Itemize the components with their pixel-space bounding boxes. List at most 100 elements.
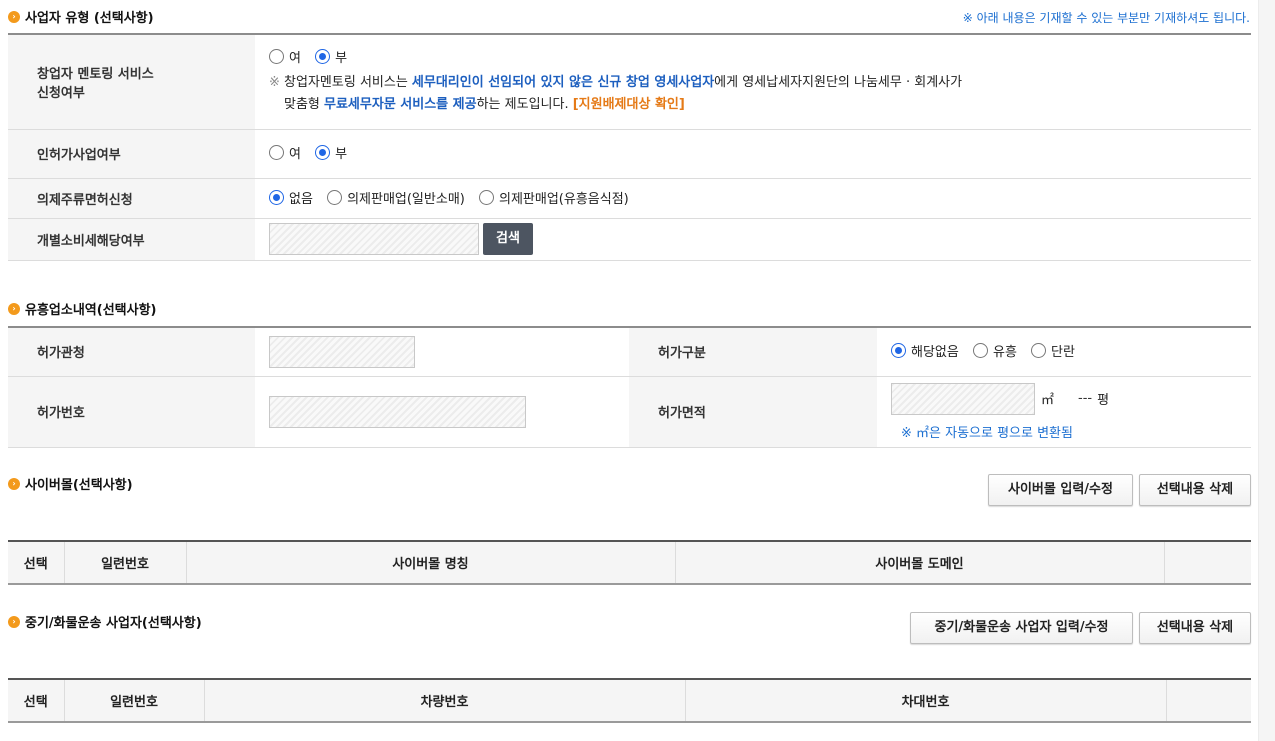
permit-area-input[interactable] xyxy=(891,382,1035,415)
note-text: 창업자멘토링 서비스는 xyxy=(284,75,412,91)
permit-number-value xyxy=(255,376,629,448)
section-title-cybermall: › 사이버몰(선택사항) xyxy=(8,474,133,493)
chevron-right-icon: › xyxy=(8,477,20,490)
radio-icon[interactable] xyxy=(479,189,494,205)
table-header-row: 선택 일련번호 차량번호 차대번호 xyxy=(8,678,1251,723)
license-label: 인허가사업여부 xyxy=(8,129,255,179)
mentoring-label: 창업자 멘토링 서비스 신청여부 xyxy=(8,33,255,130)
page-scrollbar[interactable] xyxy=(1258,0,1275,741)
permit-number-label: 허가번호 xyxy=(8,376,255,448)
excise-search-button[interactable]: 검색 xyxy=(483,223,533,255)
license-radio-no[interactable]: 부 xyxy=(315,143,347,162)
radio-label: 의제판매업(일반소매) xyxy=(347,191,465,207)
license-value: 여 부 xyxy=(255,129,1251,179)
permit-type-label: 허가구분 xyxy=(629,326,877,377)
cybermall-edit-button[interactable]: 사이버몰 입력/수정 xyxy=(988,474,1133,506)
note-text: 에게 영세납세자지원단의 나눔세무 · 회계사가 xyxy=(714,75,963,91)
radio-checked-icon[interactable] xyxy=(891,343,906,359)
freight-delete-button[interactable]: 선택내용 삭제 xyxy=(1139,612,1251,644)
mentoring-radio-no[interactable]: 부 xyxy=(315,47,347,66)
section-title-business-type: › 사업자 유형 (선택사항) xyxy=(8,7,154,26)
radio-label: 여 xyxy=(289,51,301,67)
mentoring-label-line1: 창업자 멘토링 서비스 xyxy=(37,66,154,82)
section-title-freight: › 중기/화물운송 사업자(선택사항) xyxy=(8,612,202,631)
col-chassis-number: 차대번호 xyxy=(685,678,1167,723)
col-vehicle-number: 차량번호 xyxy=(204,678,686,723)
radio-label: 해당없음 xyxy=(911,345,959,361)
radio-label: 부 xyxy=(335,147,348,162)
section-title-text: 사이버몰(선택사항) xyxy=(25,478,133,493)
liquor-value: 없음 의제판매업(일반소매) 의제판매업(유흥음식점) xyxy=(255,178,1251,219)
section-title-text: 중기/화물운송 사업자(선택사항) xyxy=(25,616,202,631)
table-header-row: 선택 일련번호 사이버몰 명칭 사이버몰 도메인 xyxy=(8,540,1251,585)
radio-icon[interactable] xyxy=(269,49,284,65)
col-mall-domain: 사이버몰 도메인 xyxy=(675,540,1165,585)
radio-icon[interactable] xyxy=(972,343,988,359)
liquor-radio-none[interactable]: 없음 xyxy=(269,188,313,207)
permit-area-value: ㎡ --- 평 ※ ㎡은 자동으로 평으로 변환됨 xyxy=(877,376,1251,448)
col-mall-name: 사이버몰 명칭 xyxy=(186,540,676,585)
radio-icon[interactable] xyxy=(1031,343,1047,359)
business-type-form: 창업자 멘토링 서비스 신청여부 여 부 ※ 창업자멘토링 서비스는 세무대리인… xyxy=(8,33,1251,261)
permit-type-radio-entertainment[interactable]: 유흥 xyxy=(972,341,1017,361)
radio-label: 부 xyxy=(335,51,348,67)
excise-label: 개별소비세해당여부 xyxy=(8,218,255,261)
note-highlight: 무료세무자문 서비스를 제공 xyxy=(324,97,477,113)
col-serial: 일련번호 xyxy=(64,540,187,585)
col-select: 선택 xyxy=(8,678,65,723)
excise-input[interactable] xyxy=(269,223,479,255)
section-title-text: 사업자 유형 (선택사항) xyxy=(25,11,154,26)
freight-edit-button[interactable]: 중기/화물운송 사업자 입력/수정 xyxy=(910,612,1133,644)
cybermall-table: 선택 일련번호 사이버몰 명칭 사이버몰 도메인 xyxy=(8,540,1251,585)
col-select: 선택 xyxy=(8,540,65,585)
note-text: 맞춤형 xyxy=(284,97,325,113)
chevron-right-icon: › xyxy=(8,302,20,315)
col-serial: 일련번호 xyxy=(64,678,205,723)
col-empty xyxy=(1166,678,1251,723)
radio-checked-icon[interactable] xyxy=(315,49,331,65)
section-title-entertainment: › 유흥업소내역(선택사항) xyxy=(8,299,156,318)
liquor-radio-retail[interactable]: 의제판매업(일반소매) xyxy=(327,188,465,207)
mentoring-note: ※ 창업자멘토링 서비스는 세무대리인이 선임되어 있지 않은 신규 창업 영세… xyxy=(269,72,1251,116)
note-mark: ※ xyxy=(269,75,280,91)
radio-label: 단란 xyxy=(1051,345,1075,361)
liquor-radio-entertainment[interactable]: 의제판매업(유흥음식점) xyxy=(479,188,629,207)
radio-label: 유흥 xyxy=(992,345,1017,361)
permit-type-radio-karaoke[interactable]: 단란 xyxy=(1031,341,1075,360)
authority-label: 허가관청 xyxy=(8,326,255,377)
authority-input[interactable] xyxy=(269,335,415,368)
authority-value xyxy=(255,326,629,377)
cybermall-delete-button[interactable]: 선택내용 삭제 xyxy=(1139,474,1251,506)
note-highlight: 세무대리인이 선임되어 있지 않은 신규 창업 영세사업자 xyxy=(411,75,715,91)
permit-number-input[interactable] xyxy=(269,395,526,428)
col-empty xyxy=(1164,540,1251,585)
permit-area-label: 허가면적 xyxy=(629,376,877,448)
pyeong-value: --- xyxy=(1078,391,1093,406)
note-text: 하는 제도입니다. xyxy=(476,97,573,113)
chevron-right-icon: › xyxy=(8,10,20,23)
chevron-right-icon: › xyxy=(8,615,20,628)
freight-table: 선택 일련번호 차량번호 차대번호 xyxy=(8,678,1251,723)
section-title-text: 유흥업소내역(선택사항) xyxy=(25,303,157,318)
radio-label: 없음 xyxy=(289,191,313,207)
radio-icon[interactable] xyxy=(269,145,284,160)
radio-checked-icon[interactable] xyxy=(269,189,284,205)
mentoring-value: 여 부 ※ 창업자멘토링 서비스는 세무대리인이 선임되어 있지 않은 신규 창… xyxy=(255,33,1251,130)
mentoring-label-line2: 신청여부 xyxy=(37,85,85,101)
radio-checked-icon[interactable] xyxy=(315,145,331,160)
mentoring-radio-yes[interactable]: 여 xyxy=(269,47,301,66)
excise-value: 검색 xyxy=(255,218,1251,261)
area-conversion-note: ※ ㎡은 자동으로 평으로 변환됨 xyxy=(901,425,1073,441)
radio-label: 여 xyxy=(289,147,301,162)
area-unit: ㎡ xyxy=(1041,393,1055,408)
radio-label: 의제판매업(유흥음식점) xyxy=(499,191,629,207)
permit-type-value: 해당없음 유흥 단란 xyxy=(877,326,1251,377)
exclusion-check-link[interactable]: [지원배제대상 확인] xyxy=(573,97,685,112)
pyeong-unit: 평 xyxy=(1097,393,1110,408)
permit-type-radio-none[interactable]: 해당없음 xyxy=(891,341,959,360)
radio-icon[interactable] xyxy=(327,189,343,205)
liquor-label: 의제주류면허신청 xyxy=(8,178,255,219)
license-radio-yes[interactable]: 여 xyxy=(269,143,301,162)
entertainment-form: 허가관청 허가구분 해당없음 유흥 단란 허가번호 허가면적 ㎡ --- 평 ※… xyxy=(8,326,1251,448)
optional-note: ※ 아래 내용은 기재할 수 있는 부분만 기재하셔도 됩니다. xyxy=(962,11,1250,25)
